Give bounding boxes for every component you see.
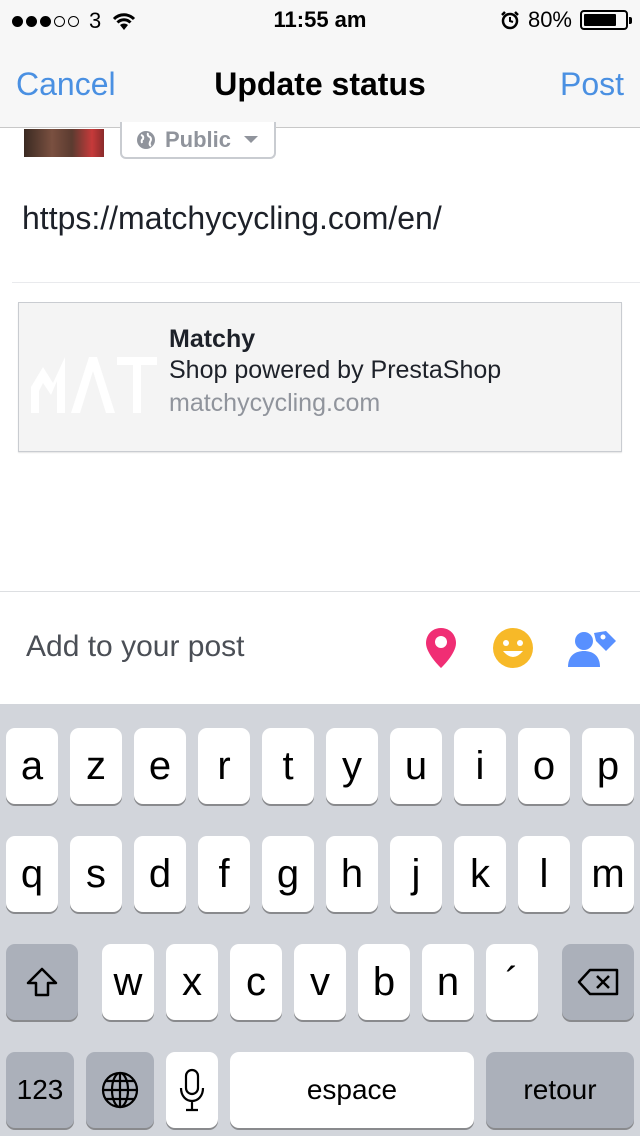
page-title: Update status: [214, 66, 426, 102]
shift-icon: [26, 967, 58, 997]
key-q[interactable]: q: [6, 836, 58, 912]
location-pin-icon[interactable]: [424, 626, 458, 670]
add-to-post-label: Add to your post: [26, 630, 245, 663]
key-t[interactable]: t: [262, 728, 314, 804]
space-key[interactable]: espace: [230, 1052, 474, 1128]
shift-key[interactable]: [6, 944, 78, 1020]
key-k[interactable]: k: [454, 836, 506, 912]
keyboard: azertyuiop qsdfghjklm w x c v b n ´ 123 espace…: [0, 704, 640, 1136]
nav-bar: Cancel Update status Post: [0, 40, 640, 128]
key-v[interactable]: v: [294, 944, 346, 1020]
globe-key[interactable]: [86, 1052, 154, 1128]
key-r[interactable]: r: [198, 728, 250, 804]
key-u[interactable]: u: [390, 728, 442, 804]
key-d[interactable]: d: [134, 836, 186, 912]
post-button[interactable]: Post: [560, 66, 624, 103]
matchy-logo: [31, 357, 157, 413]
key-g[interactable]: g: [262, 836, 314, 912]
delete-icon: [577, 968, 619, 996]
key-l[interactable]: l: [518, 836, 570, 912]
link-preview-card[interactable]: Matchy Shop powered by PrestaShop matchy…: [18, 302, 622, 452]
key-n[interactable]: n: [422, 944, 474, 1020]
chevron-down-icon: [244, 136, 259, 143]
avatar: [24, 129, 104, 157]
link-title: Matchy: [169, 325, 256, 353]
key-p[interactable]: p: [582, 728, 634, 804]
key-o[interactable]: o: [518, 728, 570, 804]
key-b[interactable]: b: [358, 944, 410, 1020]
return-key[interactable]: retour: [486, 1052, 634, 1128]
key-a[interactable]: a: [6, 728, 58, 804]
battery-percent: 80%: [527, 7, 572, 32]
microphone-icon: [179, 1068, 205, 1112]
numbers-key[interactable]: 123: [6, 1052, 74, 1128]
audience-selector[interactable]: Public: [120, 122, 276, 159]
key-e[interactable]: e: [134, 728, 186, 804]
battery-icon: [580, 10, 632, 30]
key-j[interactable]: j: [390, 836, 442, 912]
audience-label: Public: [165, 126, 232, 152]
backspace-key[interactable]: [562, 944, 634, 1020]
globe-icon: [101, 1071, 139, 1109]
key-s[interactable]: s: [70, 836, 122, 912]
key-z[interactable]: z: [70, 728, 122, 804]
status-right: 80%: [500, 7, 632, 33]
key-y[interactable]: y: [326, 728, 378, 804]
key-w[interactable]: w: [102, 944, 154, 1020]
smiley-icon[interactable]: [492, 627, 534, 669]
globe-icon: [137, 130, 155, 149]
status-bar: 3 11:55 am 80%: [0, 0, 640, 40]
add-to-post-icons: [424, 626, 616, 670]
divider: [12, 282, 640, 283]
key-c[interactable]: c: [230, 944, 282, 1020]
key-x[interactable]: x: [166, 944, 218, 1020]
alarm-icon: [501, 11, 519, 30]
link-domain: matchycycling.com: [169, 389, 381, 417]
divider: [0, 591, 640, 592]
key-h[interactable]: h: [326, 836, 378, 912]
key-m[interactable]: m: [582, 836, 634, 912]
key-i[interactable]: i: [454, 728, 506, 804]
key-acute-accent[interactable]: ´: [486, 944, 538, 1020]
key-f[interactable]: f: [198, 836, 250, 912]
link-description: Shop powered by PrestaShop: [169, 356, 502, 384]
status-input[interactable]: https://matchycycling.com/en/: [22, 200, 442, 237]
tag-people-icon[interactable]: [568, 627, 616, 669]
battery-fill: [584, 14, 616, 26]
microphone-key[interactable]: [166, 1052, 218, 1128]
